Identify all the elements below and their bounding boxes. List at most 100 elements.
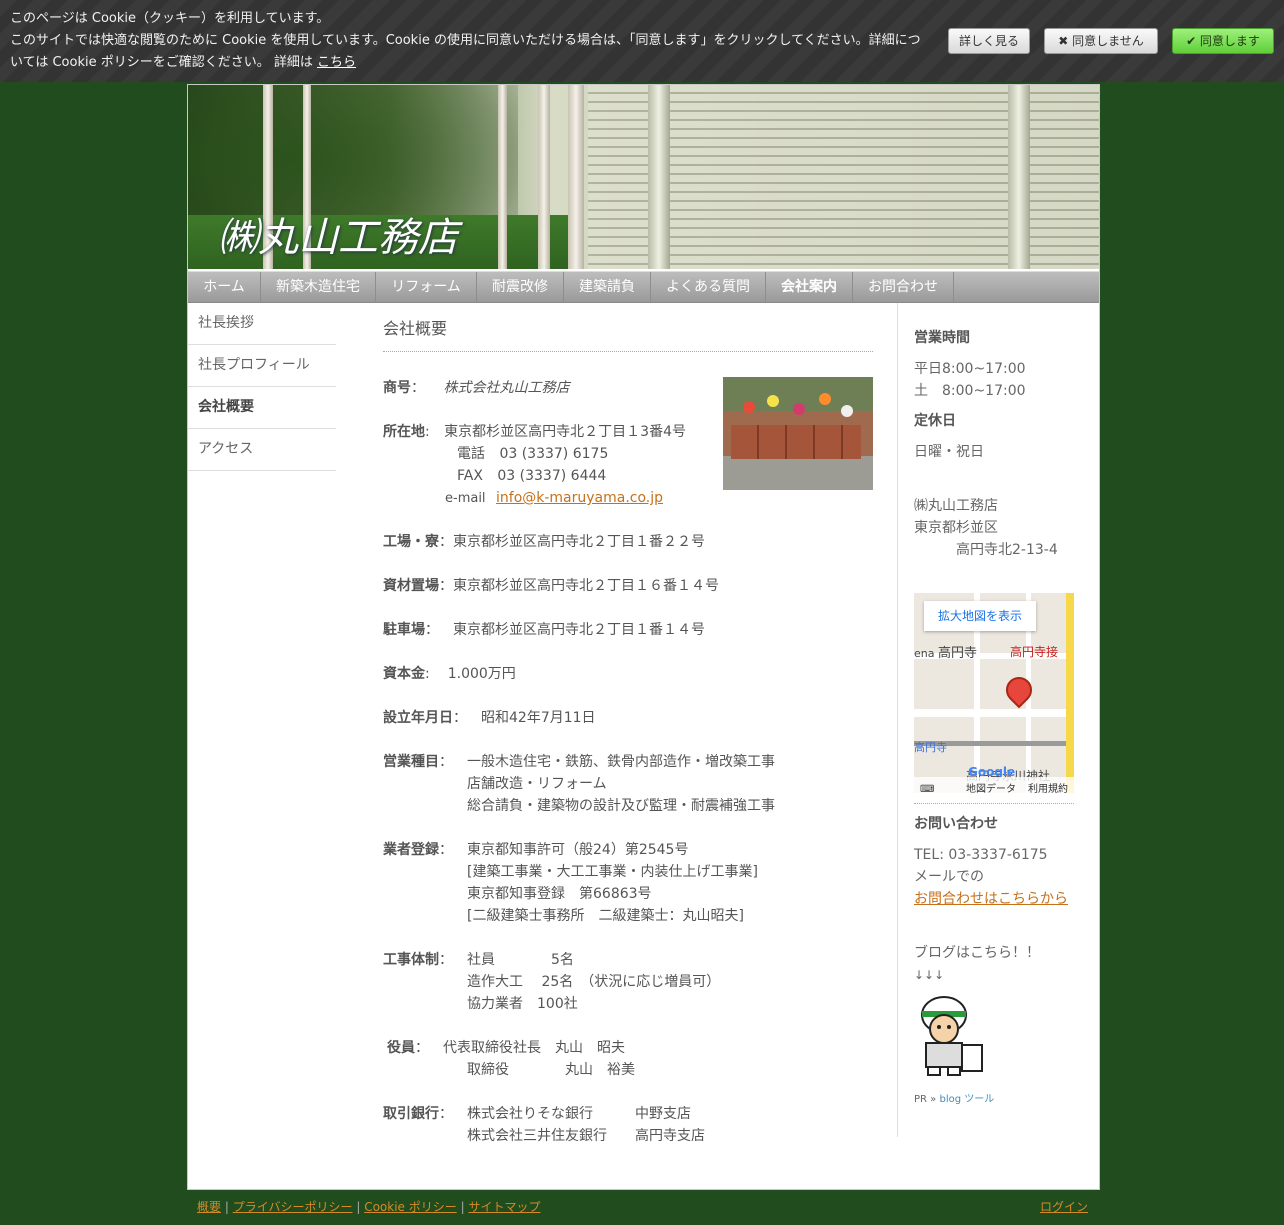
birch-trunk (498, 85, 507, 269)
colon: ： (415, 1040, 429, 1056)
page-title: 会社概要 (383, 315, 873, 352)
colon: ： (411, 380, 425, 396)
cookie-accept-button[interactable]: ✔ 同意します (1172, 28, 1274, 54)
submenu-overview[interactable]: 会社概要 (188, 387, 336, 429)
contact-title: お問い合わせ (914, 813, 998, 835)
colon: ： (439, 952, 453, 968)
photo-flower (841, 405, 853, 417)
info-business: 営業種目： (383, 751, 453, 773)
label-storage: 資材置場 (383, 578, 439, 594)
colon: ： (439, 1106, 453, 1122)
cookie-more-button[interactable]: 詳しく見る (948, 28, 1030, 54)
footer-cookie-link[interactable]: Cookie ポリシー (364, 1200, 457, 1214)
business-line: 一般木造住宅・鉄筋、鉄骨内部造作・増改築工事 (467, 754, 775, 770)
closed-title: 定休日 (914, 410, 956, 432)
colon: ： (439, 534, 453, 550)
label-address: 所在地 (383, 424, 425, 440)
value-parking: 東京都杉並区高円寺北２丁目１番１４号 (453, 622, 705, 638)
contact-link[interactable]: お問合わせはこちらから (914, 891, 1068, 907)
photo-flower (819, 393, 831, 405)
nav-new-house[interactable]: 新築木造住宅 (261, 272, 376, 302)
info-founded: 設立年月日： 昭和42年7月11日 (383, 707, 596, 729)
cookie-details-link[interactable]: こちら (317, 55, 356, 70)
main-nav: ホーム 新築木造住宅 リフォーム 耐震改修 建築請負 よくある質問 会社案内 お… (188, 271, 1099, 303)
map-data-link[interactable]: 地図データ (966, 779, 1016, 793)
pr-blog-link[interactable]: blog ツール (939, 1094, 994, 1105)
footer-overview-link[interactable]: 概要 (197, 1200, 221, 1214)
label-banks: 取引銀行 (383, 1106, 439, 1122)
closed-title-text: 定休日 (914, 413, 956, 429)
google-map[interactable]: 拡大地図を表示 高円寺接 高円寺 ena 高円寺 高円寺氷川神社 Google … (914, 593, 1074, 793)
map-label: 高円寺 (914, 741, 947, 754)
submenu-profile[interactable]: 社長プロフィール (188, 345, 336, 387)
info-banks: 取引銀行： (383, 1103, 453, 1125)
label-parking: 駐車場 (383, 622, 425, 638)
colon: : (425, 666, 430, 682)
keyboard-icon[interactable]: ⌨ (920, 779, 934, 793)
map-enlarge-link[interactable]: 拡大地図を表示 (924, 601, 1036, 631)
label-founded: 設立年月日 (383, 710, 453, 726)
cookie-line-3: いては Cookie ポリシーをご確認ください。 詳細は こちら (10, 52, 930, 74)
photo-flower (767, 395, 779, 407)
info-address: 所在地: 東京都杉並区高円寺北２丁目１3番4号 (383, 421, 686, 443)
nav-construction[interactable]: 建築請負 (564, 272, 651, 302)
bank-line: 株式会社りそな銀行 中野支店 (467, 1106, 691, 1122)
cookie-deny-button[interactable]: ✖ 同意しません (1044, 28, 1158, 54)
map-pin-icon[interactable] (1000, 671, 1038, 709)
photo-flower (743, 401, 755, 413)
footer-sitemap-link[interactable]: サイトマップ (468, 1200, 540, 1214)
mascot-blog-icon[interactable] (914, 993, 986, 1077)
sidebar: 営業時間 平日8:00~17:00 土 8:00~17:00 定休日 日曜・祝日… (897, 303, 1100, 1137)
hours-saturday: 土 8:00~17:00 (914, 383, 1026, 399)
nav-reform[interactable]: リフォーム (376, 272, 477, 302)
cookie-line-2: このサイトでは快適な閲覧のために Cookie を使用しています。Cookie … (10, 33, 921, 48)
shutter-post (1008, 85, 1030, 269)
photo-brick (731, 425, 861, 459)
submenu-greeting[interactable]: 社長挨拶 (188, 303, 336, 345)
registration-line: [建築工事業・大工工事業・内装仕上げ工事業] (467, 864, 758, 880)
nav-seismic[interactable]: 耐震改修 (477, 272, 564, 302)
site-title[interactable]: ㈱丸山工務店 (218, 205, 458, 263)
value-factory: 東京都杉並区高円寺北２丁目１番２２号 (453, 534, 705, 550)
label-fax: FAX (457, 468, 483, 484)
blog-text: ブログはこちら！！ (914, 945, 1040, 961)
nav-faq[interactable]: よくある質問 (651, 272, 766, 302)
map-label: ena (914, 647, 935, 660)
footer-login-link[interactable]: ログイン (1040, 1198, 1088, 1215)
page-container: ㈱丸山工務店 ホーム 新築木造住宅 リフォーム 耐震改修 建築請負 よくある質問… (187, 84, 1100, 1190)
info-storage: 資材置場：東京都杉並区高円寺北２丁目１６番１４号 (383, 575, 719, 597)
sidebar-company: ㈱丸山工務店 (914, 498, 998, 514)
nav-company[interactable]: 会社案内 (766, 272, 853, 302)
map-terms-link[interactable]: 利用規約 (1028, 779, 1068, 793)
colon: : (425, 424, 430, 440)
submenu-access[interactable]: アクセス (188, 429, 336, 471)
footer-privacy-link[interactable]: プライバシーポリシー (233, 1200, 353, 1214)
hours-title: 営業時間 (914, 327, 970, 349)
staff-line: 協力業者 100社 (467, 996, 578, 1012)
map-highway (1066, 593, 1074, 793)
colon: ： (425, 622, 439, 638)
main-content: 会社概要 商号： 株式会社丸山工務店 所在地: 東京都杉並区高円寺北２丁目１3番… (383, 315, 873, 1144)
footer: 概要 | プライバシーポリシー | Cookie ポリシー | サイトマップ ロ… (197, 1198, 1088, 1215)
colon: ： (453, 710, 467, 726)
nav-home[interactable]: ホーム (188, 272, 261, 302)
sidebar-addr-1: 東京都杉並区 (914, 520, 998, 536)
label-email: e-mail (445, 491, 486, 506)
blog-arrows: ↓↓↓ (914, 968, 945, 982)
email-link[interactable]: info@k-maruyama.co.jp (496, 490, 663, 506)
bank-line: 株式会社三井住友銀行 高円寺支店 (467, 1128, 705, 1144)
value-capital: 1.000万円 (447, 666, 516, 682)
flower-bed-photo (723, 377, 873, 490)
value-founded: 昭和42年7月11日 (481, 710, 596, 726)
pr-text: PR » (914, 1094, 940, 1105)
info-trade-name: 商号： 株式会社丸山工務店 (383, 377, 569, 399)
cookie-banner: このページは Cookie（クッキー）を利用しています。 このサイトでは快適な閲… (0, 0, 1284, 82)
registration-line: [二級建築士事務所 二級建築士：丸山昭夫] (467, 908, 744, 924)
registration-line: 東京都知事許可（般24）第2545号 (467, 842, 689, 858)
business-line: 総合請負・建築物の設計及び監理・耐震補強工事 (467, 798, 775, 814)
sub-menu: 社長挨拶 社長プロフィール 会社概要 アクセス (188, 303, 336, 471)
info-parking: 駐車場： 東京都杉並区高円寺北２丁目１番１４号 (383, 619, 705, 641)
nav-contact[interactable]: お問合わせ (853, 272, 954, 302)
footer-sep: | (356, 1200, 361, 1214)
info-officers: 役員： (387, 1037, 429, 1059)
